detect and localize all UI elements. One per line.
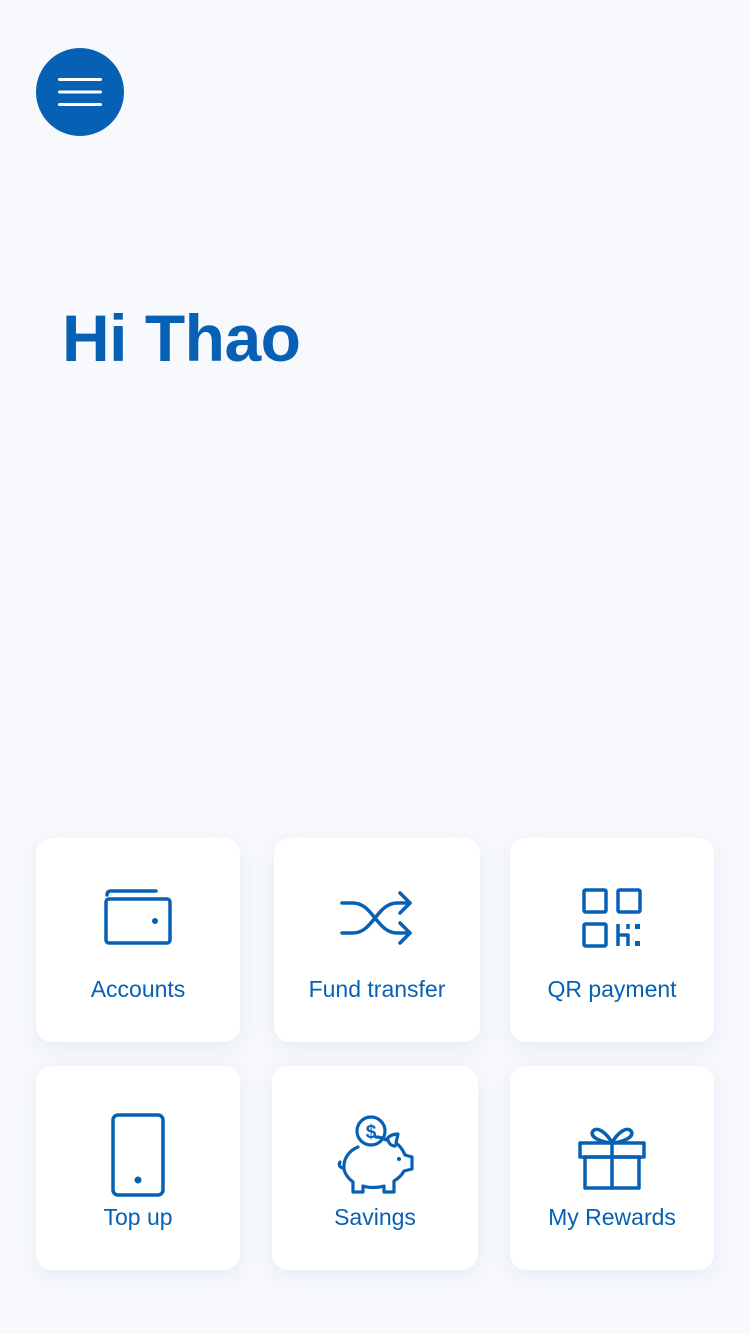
top-up-label: Top up [103,1204,173,1230]
fund-transfer-tile[interactable]: Fund transfer [274,838,480,1042]
fund-transfer-label: Fund transfer [308,976,446,1002]
qr-payment-label: QR payment [547,976,677,1002]
greeting-title: Hi Thao [62,301,301,375]
my-rewards-tile[interactable]: My Rewards [510,1066,714,1270]
wallet-icon [104,889,172,945]
hamburger-menu-icon [58,78,102,106]
svg-text:$: $ [366,1122,377,1143]
gift-icon [578,1127,646,1190]
shuffle-arrows-icon [340,891,412,945]
qr-code-icon [582,888,642,948]
menu-button[interactable] [36,48,124,136]
qr-payment-tile[interactable]: QR payment [510,838,714,1042]
mobile-phone-icon [111,1113,165,1197]
accounts-label: Accounts [90,976,186,1002]
top-up-tile[interactable]: Top up [36,1066,240,1270]
savings-tile[interactable]: $ Savings [272,1066,478,1270]
piggy-bank-icon: $ [337,1115,414,1194]
my-rewards-label: My Rewards [548,1204,676,1230]
accounts-tile[interactable]: Accounts [36,838,240,1042]
savings-label: Savings [334,1204,416,1230]
